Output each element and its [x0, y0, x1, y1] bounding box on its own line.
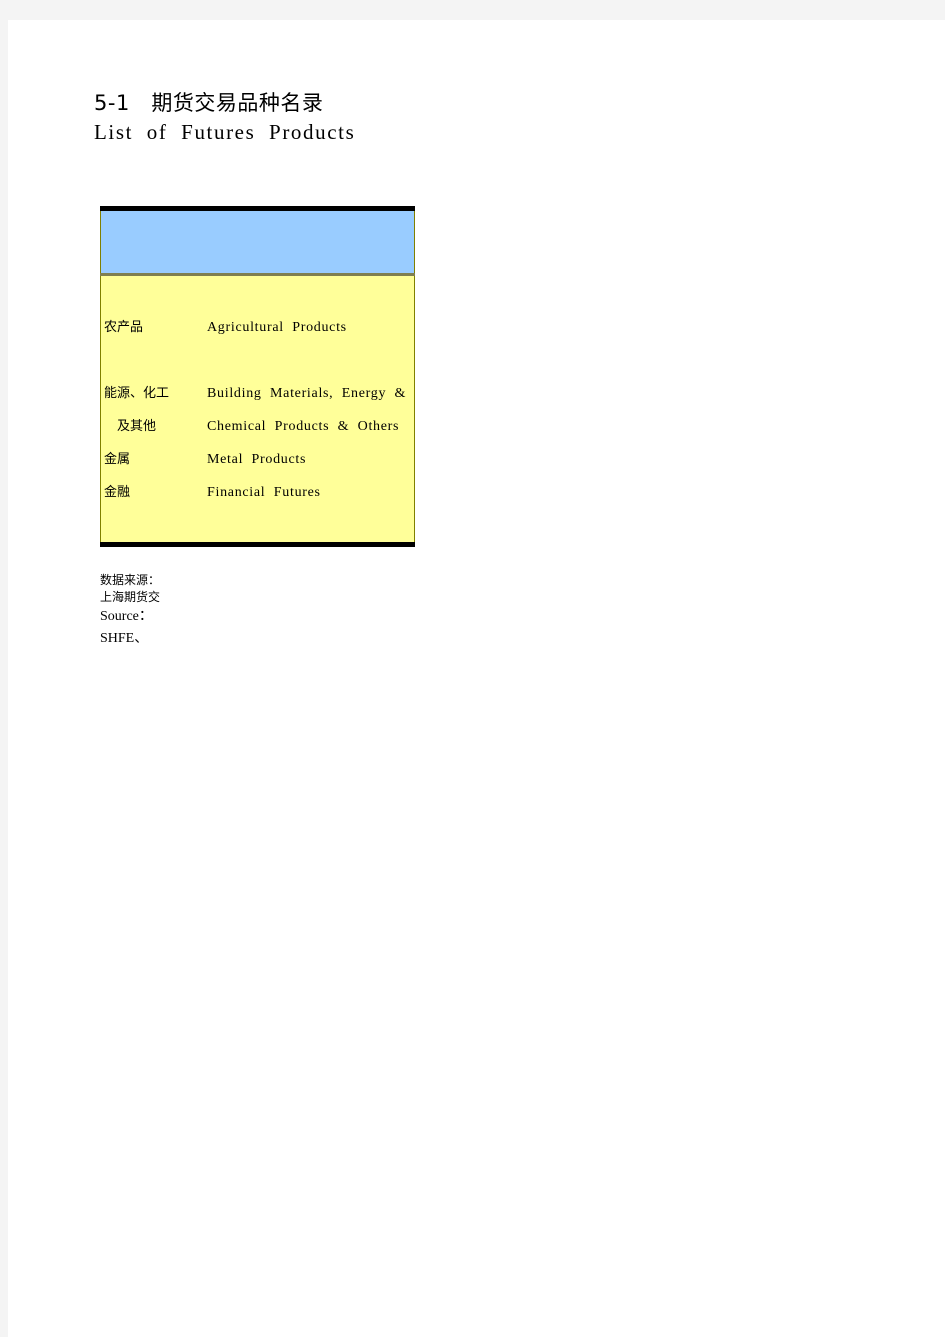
table-row-spacer-bottom: [101, 509, 414, 542]
table-header: [100, 211, 415, 273]
category-label-en: Agricultural Products: [207, 320, 347, 335]
category-label-cn: 农产品: [104, 320, 144, 335]
table-row: 能源、化工 Building Materials, Energy &: [101, 377, 414, 410]
source-label-en: Source：: [100, 609, 153, 624]
table-row: 金融 Financial Futures: [101, 476, 414, 509]
page-title: 5-1 期货交易品种名录 List of Futures Products: [94, 88, 794, 147]
table-body: 农产品 Agricultural Products 能源、化工 Building…: [100, 276, 415, 542]
source-note: 数据来源： 上海期货交 Source： SHFE、: [100, 572, 420, 650]
table-row-spacer-top: [101, 278, 414, 311]
table-row: 金属 Metal Products: [101, 443, 414, 476]
category-label-cn: 及其他: [117, 419, 157, 434]
category-label-cn: 金属: [104, 452, 131, 467]
table-bottom-rule: [100, 542, 415, 547]
source-value-en: SHFE、: [100, 631, 149, 646]
category-label-cn: 能源、化工: [104, 386, 170, 401]
source-value-cn: 上海期货交: [100, 590, 161, 604]
category-label-en: Chemical Products & Others: [207, 419, 400, 434]
category-label-en: Metal Products: [207, 452, 307, 467]
document-page: 5-1 期货交易品种名录 List of Futures Products 农产…: [8, 20, 945, 1337]
category-label-en: Building Materials, Energy &: [207, 386, 407, 401]
source-label-cn: 数据来源：: [100, 573, 161, 587]
table-header-label: [101, 211, 414, 273]
title-chinese: 5-1 期货交易品种名录: [94, 91, 324, 115]
futures-products-table: 农产品 Agricultural Products 能源、化工 Building…: [100, 206, 415, 547]
table-row: 及其他 Chemical Products & Others: [101, 410, 414, 443]
category-label-cn: 金融: [104, 485, 131, 500]
title-english: List of Futures Products: [94, 120, 356, 144]
table-row: 农产品 Agricultural Products: [101, 311, 414, 344]
table-row-spacer-middle: [101, 344, 414, 377]
category-label-en: Financial Futures: [207, 485, 321, 500]
